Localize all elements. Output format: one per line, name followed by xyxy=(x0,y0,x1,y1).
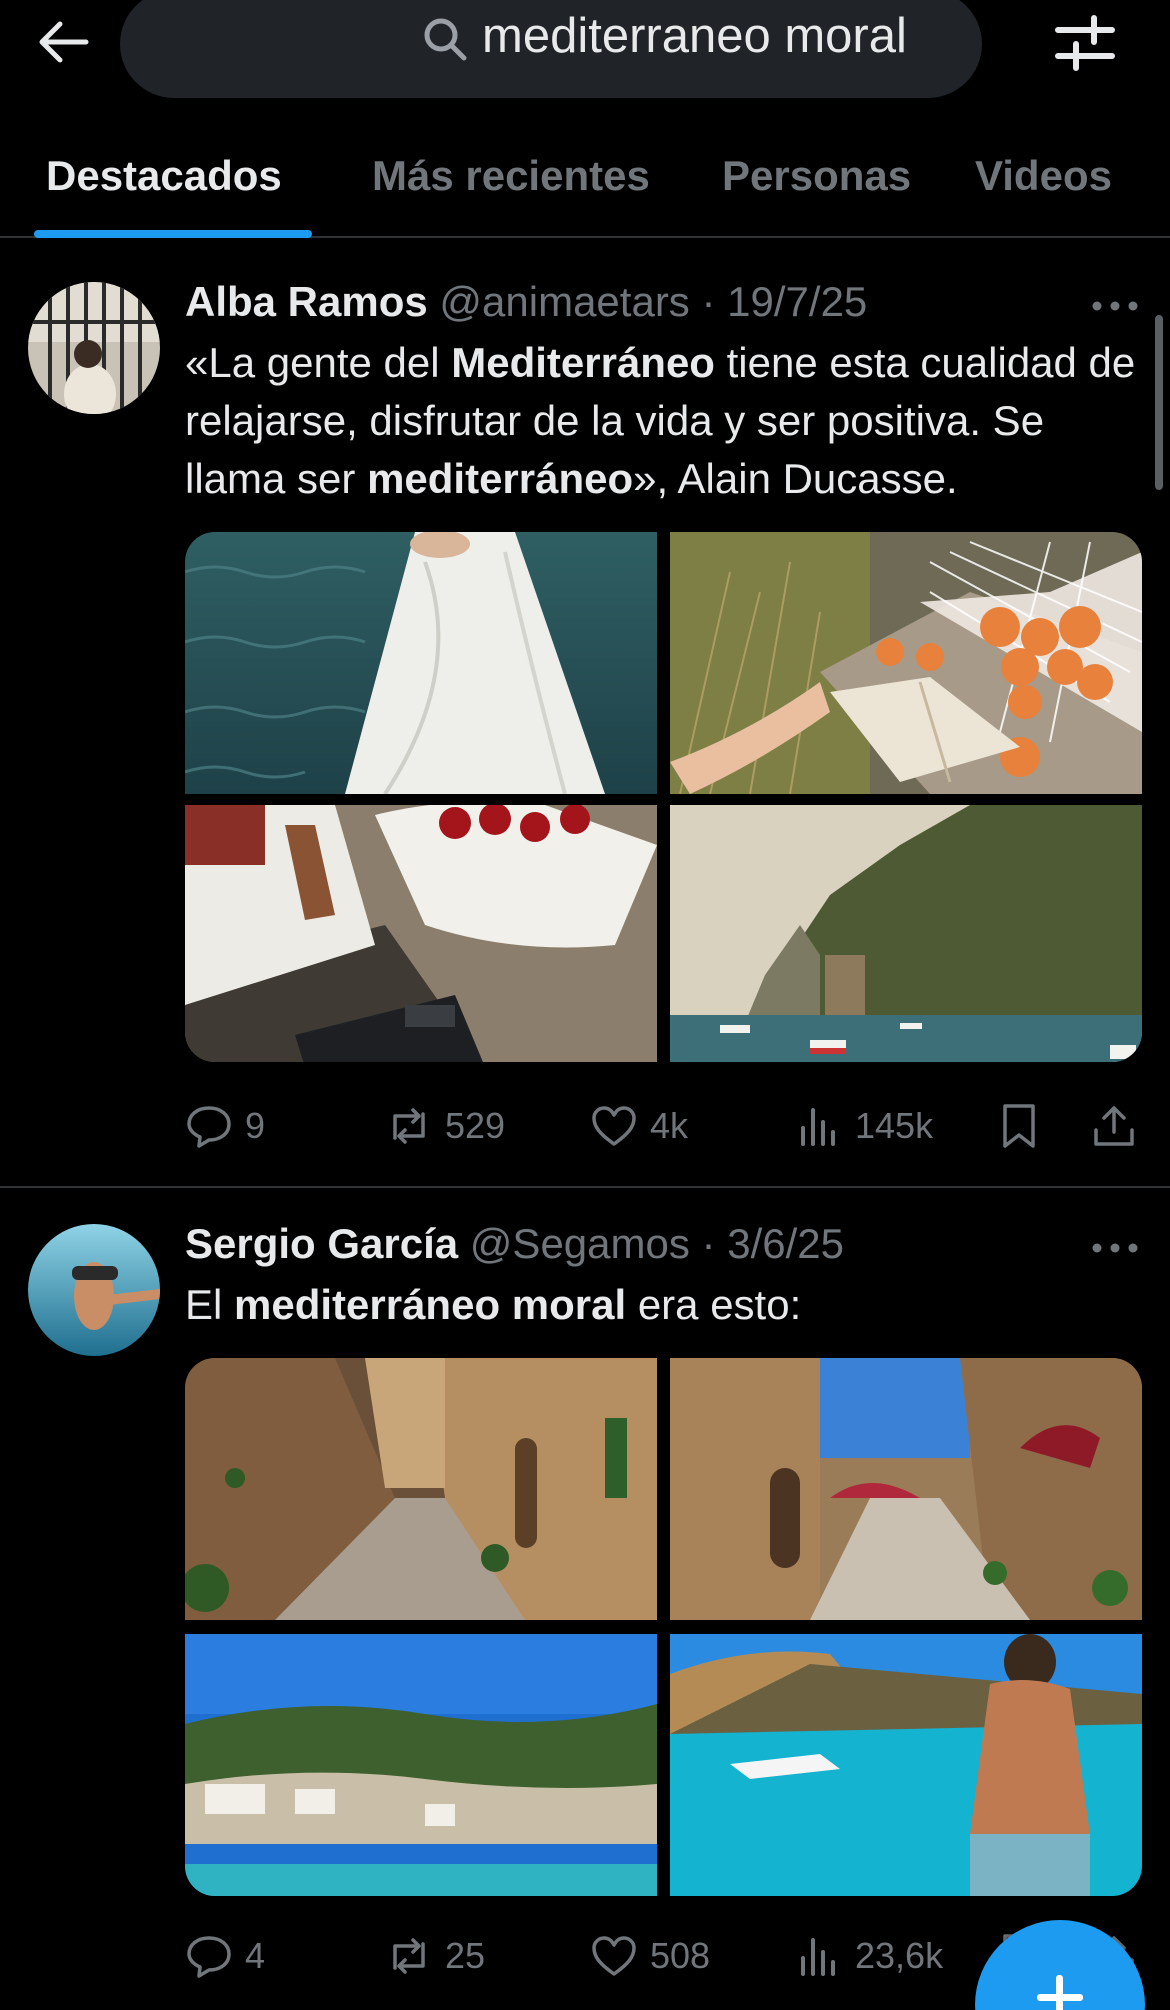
views-icon xyxy=(801,1108,835,1146)
repost-count: 529 xyxy=(445,1105,506,1146)
bookmark-icon xyxy=(1003,1104,1035,1148)
author-name[interactable]: Sergio García xyxy=(185,1220,458,1267)
media-image[interactable] xyxy=(670,1634,1142,1896)
text-part: «La gente del xyxy=(185,339,452,386)
heart-icon xyxy=(592,1106,636,1146)
repost-icon xyxy=(393,1108,425,1144)
meta-separator: · xyxy=(701,1220,716,1267)
bookmark-button[interactable] xyxy=(995,1096,1043,1156)
active-tab-indicator xyxy=(34,230,312,238)
text-part: », Alain Ducasse. xyxy=(633,455,958,502)
repost-icon xyxy=(393,1938,425,1974)
tab-mas-recientes[interactable]: Más recientes xyxy=(372,152,650,200)
media-image[interactable] xyxy=(185,1634,657,1896)
like-button[interactable]: 508 xyxy=(590,1926,710,1986)
share-button[interactable] xyxy=(1090,1096,1138,1156)
back-button[interactable] xyxy=(30,14,94,70)
like-button[interactable]: 4k xyxy=(590,1096,688,1156)
share-icon xyxy=(1094,1106,1134,1146)
repost-count: 25 xyxy=(445,1935,486,1976)
tab-destacados[interactable]: Destacados xyxy=(46,152,282,200)
media-grid xyxy=(185,1358,1142,1896)
highlighted-term: mediterráneo xyxy=(367,455,634,502)
more-horizontal-icon[interactable] xyxy=(1090,1238,1140,1258)
reply-count: 9 xyxy=(245,1105,266,1146)
views-icon xyxy=(801,1938,835,1976)
media-image[interactable] xyxy=(670,1358,1142,1620)
media-image[interactable] xyxy=(185,805,657,1062)
reply-button[interactable]: 4 xyxy=(185,1926,265,1986)
media-image[interactable] xyxy=(670,532,1142,794)
author-handle[interactable]: @animaetars xyxy=(439,278,689,325)
repost-button[interactable]: 529 xyxy=(385,1096,505,1156)
reply-button[interactable]: 9 xyxy=(185,1096,265,1156)
top-bar: mediterraneo moral Destacados Más recien… xyxy=(0,0,1170,238)
highlighted-term: Mediterráneo xyxy=(451,339,715,386)
author-handle[interactable]: @Segamos xyxy=(470,1220,690,1267)
more-horizontal-icon[interactable] xyxy=(1090,296,1140,316)
views-count: 145k xyxy=(855,1105,934,1146)
post-date[interactable]: 19/7/25 xyxy=(727,278,867,325)
post-header: Sergio García @Segamos · 3/6/25 xyxy=(185,1218,844,1270)
post-card[interactable]: Sergio García @Segamos · 3/6/25 El medit… xyxy=(0,1190,1170,2010)
text-part: El xyxy=(185,1281,235,1328)
post-card[interactable]: Alba Ramos @animaetars · 19/7/25 «La gen… xyxy=(0,240,1170,1188)
media-image[interactable] xyxy=(670,805,1142,1062)
avatar[interactable] xyxy=(28,282,160,414)
post-text: «La gente del Mediterráneo tiene esta cu… xyxy=(185,334,1145,508)
post-header: Alba Ramos @animaetars · 19/7/25 xyxy=(185,276,867,328)
like-count: 508 xyxy=(650,1935,711,1976)
media-grid xyxy=(185,532,1142,1062)
search-icon xyxy=(424,18,467,61)
tab-videos[interactable]: Videos xyxy=(975,152,1112,200)
views-count: 23,6k xyxy=(855,1935,944,1976)
search-tabs: Destacados Más recientes Personas Videos xyxy=(0,130,1170,238)
author-name[interactable]: Alba Ramos xyxy=(185,278,428,325)
highlighted-term: mediterráneo moral xyxy=(234,1281,627,1328)
views-button[interactable]: 23,6k xyxy=(795,1926,943,1986)
text-part: era esto: xyxy=(626,1281,802,1328)
views-button[interactable]: 145k xyxy=(795,1096,933,1156)
plus-icon xyxy=(1056,1975,1063,2010)
reply-count: 4 xyxy=(245,1935,266,1976)
search-query: mediterraneo moral xyxy=(482,9,907,63)
heart-icon xyxy=(592,1936,636,1976)
sliders-icon xyxy=(1055,15,1115,71)
reply-icon xyxy=(187,1936,231,1978)
post-text: El mediterráneo moral era esto: xyxy=(185,1276,1145,1334)
search-input[interactable]: mediterraneo moral xyxy=(120,0,982,98)
post-actions: 9 529 4k 145k xyxy=(185,1096,1145,1156)
tab-personas[interactable]: Personas xyxy=(722,152,911,200)
post-date[interactable]: 3/6/25 xyxy=(727,1220,844,1267)
meta-separator: · xyxy=(701,278,716,325)
arrow-left-icon xyxy=(39,21,89,63)
repost-button[interactable]: 25 xyxy=(385,1926,485,1986)
reply-icon xyxy=(187,1106,231,1148)
search-filter-button[interactable] xyxy=(1050,8,1120,78)
media-image[interactable] xyxy=(185,1358,657,1620)
scrollbar[interactable] xyxy=(1155,315,1163,490)
like-count: 4k xyxy=(650,1105,689,1146)
avatar[interactable] xyxy=(28,1224,160,1356)
media-image[interactable] xyxy=(185,532,657,794)
